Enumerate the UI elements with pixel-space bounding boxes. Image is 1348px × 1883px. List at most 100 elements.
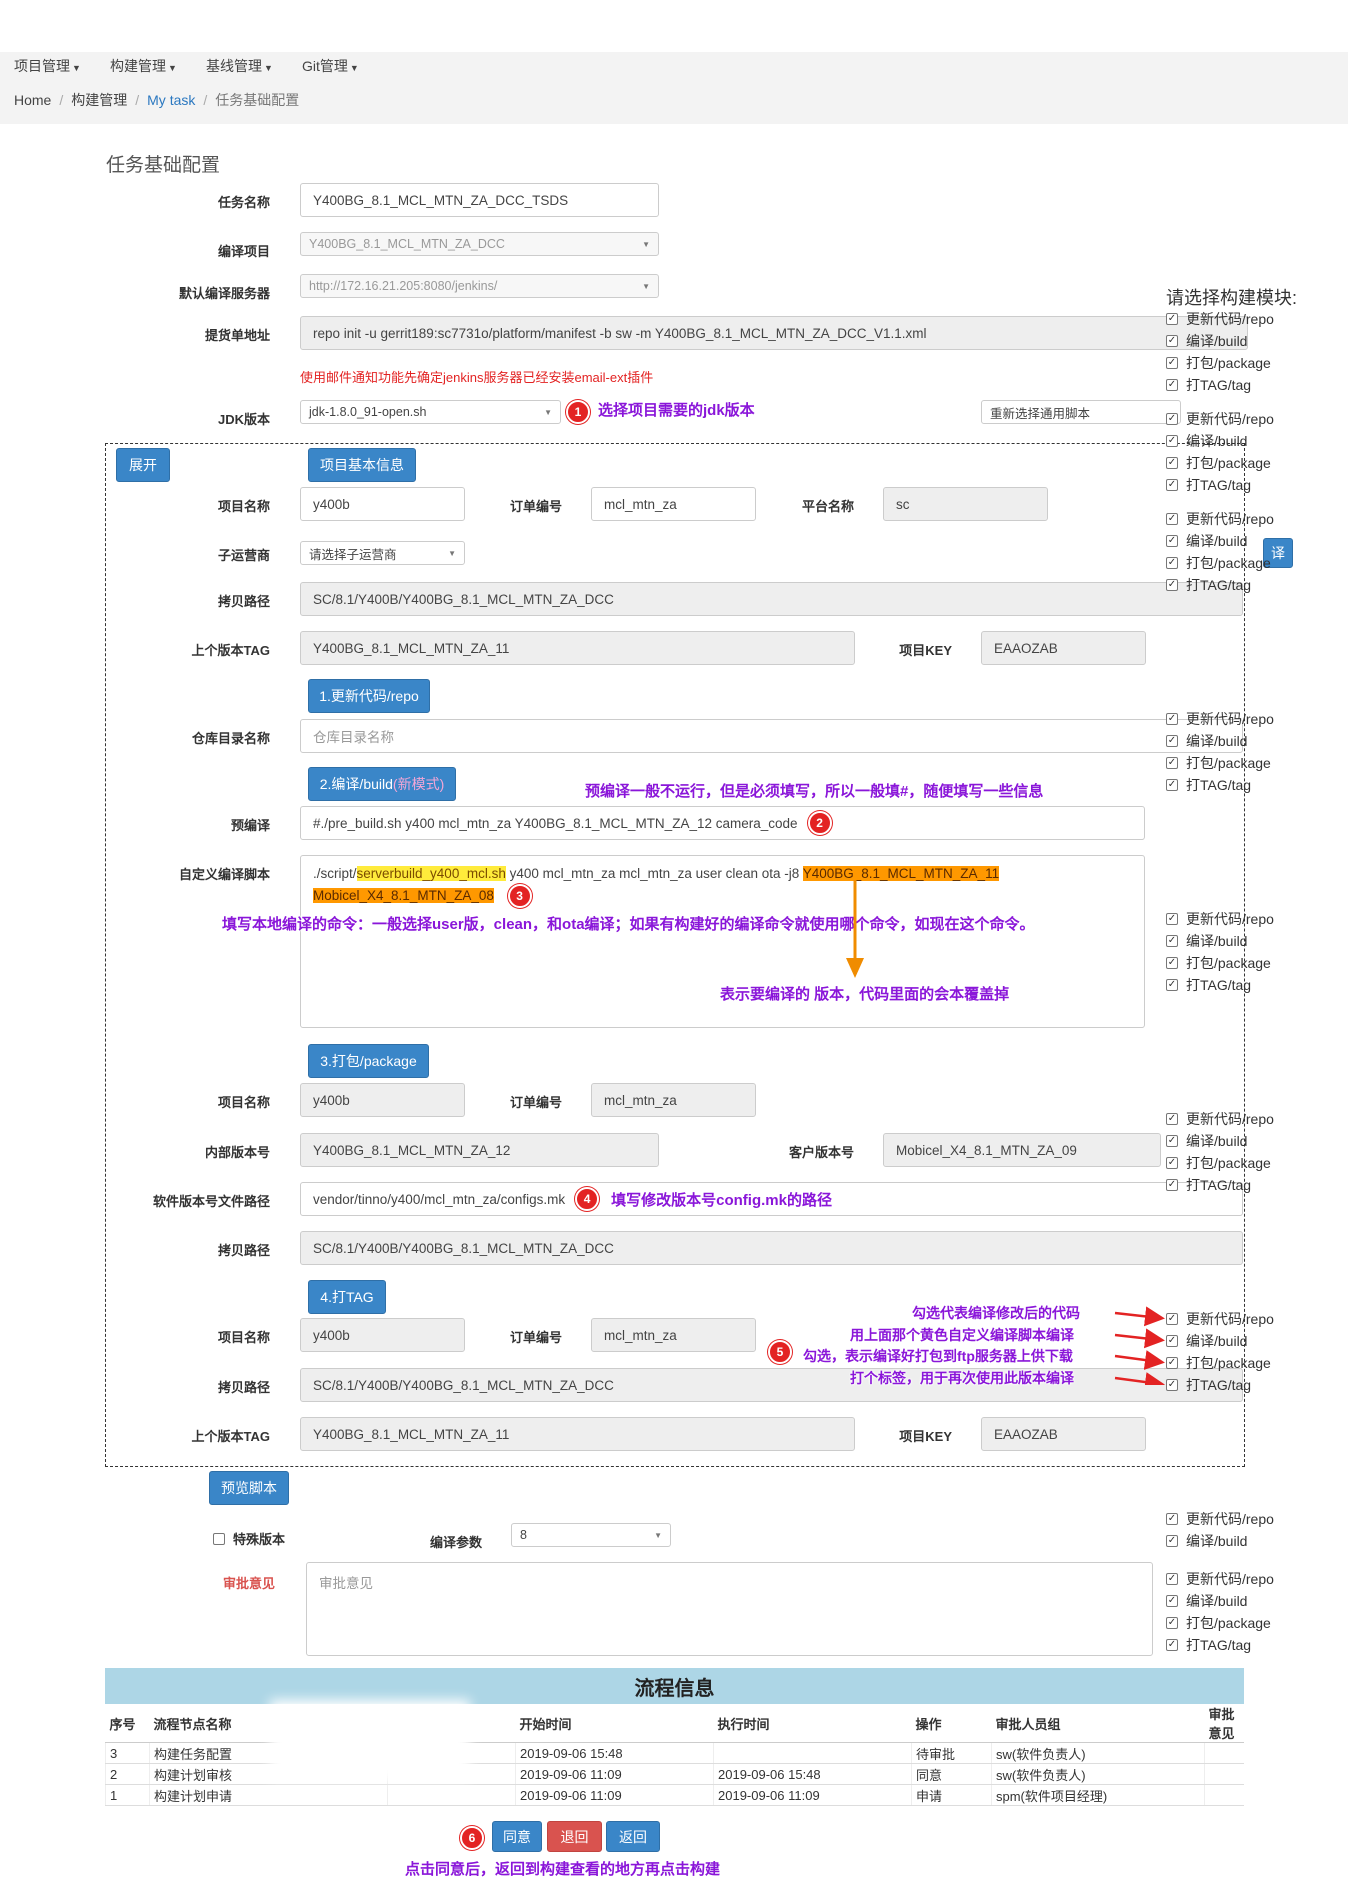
pre-build-input[interactable]: #./pre_build.sh y400 mcl_mtn_za Y400BG_8… (300, 806, 1145, 840)
repo-dir-input[interactable]: 仓库目录名称 (300, 719, 1243, 753)
back-button[interactable]: 返回 (606, 1821, 660, 1852)
preview-script-button[interactable]: 预览脚本 (209, 1471, 289, 1505)
sw-path-input[interactable]: vendor/tinno/y400/mcl_mtn_za/configs.mk 4… (300, 1182, 1243, 1216)
module-checkbox-item[interactable]: ✓ 更新代码/repo (1166, 908, 1321, 930)
module-checkbox-item[interactable]: ✓ 打TAG/tag (1166, 1374, 1321, 1396)
module-checkbox-item[interactable]: ✓ 打TAG/tag (1166, 374, 1321, 396)
checkbox-checked-icon: ✓ (1166, 1113, 1178, 1125)
module-checkbox-item[interactable]: ✓ 打TAG/tag (1166, 1174, 1321, 1196)
breadcrumb-build[interactable]: 构建管理 (71, 92, 127, 108)
module-checkbox-item[interactable]: ✓ 打包/package (1166, 1152, 1321, 1174)
tag-section-button[interactable]: 4.打TAG (308, 1280, 386, 1314)
module-checkbox-item[interactable]: ✓ 打包/package (1166, 552, 1321, 574)
agree-button[interactable]: 同意 (492, 1821, 542, 1852)
breadcrumb-mytask[interactable]: My task (147, 92, 195, 108)
customer-ver-input[interactable]: Mobicel_X4_8.1_MTN_ZA_09 (883, 1133, 1161, 1167)
build-section-button[interactable]: 2.编译/build (新模式) (308, 767, 456, 801)
expand-button[interactable]: 展开 (116, 448, 170, 482)
checkbox-checked-icon: ✓ (1166, 457, 1178, 469)
tag-order-input[interactable]: mcl_mtn_za (591, 1318, 756, 1352)
basic-platform-label: 平台名称 (801, 499, 854, 514)
pkg-copy-path-input[interactable]: SC/8.1/Y400B/Y400BG_8.1_MCL_MTN_ZA_DCC (300, 1231, 1243, 1265)
basic-info-button[interactable]: 项目基本信息 (308, 448, 416, 482)
header-top (0, 0, 1348, 52)
checkbox-checked-icon: ✓ (1166, 1595, 1178, 1607)
basic-copy-path-label: 拷贝路径 (217, 594, 270, 609)
menu-baseline-mgmt[interactable]: 基线管理 ▼ (206, 56, 273, 76)
package-section-button[interactable]: 3.打包/package (308, 1044, 429, 1078)
module-checkbox-item[interactable]: ✓ 更新代码/repo (1166, 408, 1321, 430)
redacted-area (270, 1700, 470, 1780)
repo-section-button[interactable]: 1.更新代码/repo (308, 679, 430, 713)
module-checkbox-item[interactable]: ✓ 编译/build (1166, 1590, 1321, 1612)
module-checkbox-item[interactable]: ✓ 编译/build (1166, 930, 1321, 952)
module-label: 编译/build (1186, 1133, 1248, 1149)
checkbox-checked-icon: ✓ (1166, 713, 1178, 725)
module-checkbox-item[interactable]: ✓ 打TAG/tag (1166, 974, 1321, 996)
module-panel: ✓ 更新代码/repo ✓ 编译/build ✓ 打包/package ✓ 打TAG/tag (1166, 308, 1321, 396)
internal-ver-label: 内部版本号 (204, 1145, 270, 1160)
module-checkbox-item[interactable]: ✓ 打包/package (1166, 1352, 1321, 1374)
module-checkbox-item[interactable]: ✓ 更新代码/repo (1166, 1308, 1321, 1330)
module-checkbox-item[interactable]: ✓ 编译/build (1166, 1330, 1321, 1352)
module-checkbox-item[interactable]: ✓ 编译/build (1166, 1130, 1321, 1152)
module-checkbox-item[interactable]: ✓ 打包/package (1166, 352, 1321, 374)
module-checkbox-item[interactable]: ✓ 打包/package (1166, 452, 1321, 474)
module-checkbox-item[interactable]: ✓ 打包/package (1166, 752, 1321, 774)
jdk-select[interactable]: jdk-1.8.0_91-open.sh ▼ (300, 400, 561, 424)
breadcrumb-home[interactable]: Home (14, 92, 51, 108)
reject-button[interactable]: 退回 (547, 1821, 602, 1852)
tag-key-label: 项目KEY (899, 1429, 952, 1444)
module-label: 打TAG/tag (1186, 1177, 1252, 1193)
menu-build-mgmt[interactable]: 构建管理 ▼ (110, 56, 177, 76)
basic-copy-path-input[interactable]: SC/8.1/Y400B/Y400BG_8.1_MCL_MTN_ZA_DCC (300, 582, 1243, 616)
module-checkbox-item[interactable]: ✓ 更新代码/repo (1166, 708, 1321, 730)
checkbox-checked-icon: ✓ (1166, 1617, 1178, 1629)
manifest-input[interactable]: repo init -u gerrit189:sc7731o/platform/… (300, 316, 1248, 350)
annotation-4: 填写修改版本号config.mk的路径 (611, 1191, 832, 1209)
basic-last-tag-input[interactable]: Y400BG_8.1_MCL_MTN_ZA_11 (300, 631, 855, 665)
module-checkbox-item[interactable]: ✓ 编译/build (1166, 330, 1321, 352)
sub-operator-select[interactable]: 请选择子运营商 ▼ (300, 541, 465, 565)
module-checkbox-item[interactable]: ✓ 编译/build (1166, 430, 1321, 452)
basic-key-input[interactable]: EAAOZAB (981, 631, 1146, 665)
module-checkbox-item[interactable]: ✓ 打TAG/tag (1166, 1634, 1321, 1656)
checkbox-checked-icon: ✓ (1166, 535, 1178, 547)
approval-textarea[interactable]: 审批意见 (306, 1562, 1153, 1656)
module-checkbox-item[interactable]: ✓ 更新代码/repo (1166, 1108, 1321, 1130)
tag-last-tag-input[interactable]: Y400BG_8.1_MCL_MTN_ZA_11 (300, 1417, 855, 1451)
compile-param-select[interactable]: 8 ▼ (511, 1523, 671, 1547)
module-checkbox-item[interactable]: ✓ 打包/package (1166, 952, 1321, 974)
module-checkbox-item[interactable]: ✓ 更新代码/repo (1166, 1568, 1321, 1590)
basic-platform-input[interactable]: sc (883, 487, 1048, 521)
module-label: 编译/build (1186, 533, 1248, 549)
checkbox-checked-icon: ✓ (1166, 413, 1178, 425)
menu-git-mgmt[interactable]: Git管理 ▼ (302, 56, 359, 76)
reselect-script-select[interactable]: 重新选择通用脚本 (981, 400, 1181, 424)
default-server-select[interactable]: http://172.16.21.205:8080/jenkins/▼ (300, 274, 659, 298)
module-checkbox-item[interactable]: ✓ 编译/build (1166, 1530, 1321, 1552)
pkg-order-input[interactable]: mcl_mtn_za (591, 1083, 756, 1117)
module-checkbox-item[interactable]: ✓ 打TAG/tag (1166, 574, 1321, 596)
module-checkbox-item[interactable]: ✓ 打TAG/tag (1166, 774, 1321, 796)
module-checkbox-item[interactable]: ✓ 打包/package (1166, 1612, 1321, 1634)
menu-project-mgmt[interactable]: 项目管理 ▼ (14, 56, 81, 76)
module-label: 编译/build (1186, 733, 1248, 749)
module-checkbox-item[interactable]: ✓ 更新代码/repo (1166, 508, 1321, 530)
internal-ver-input[interactable]: Y400BG_8.1_MCL_MTN_ZA_12 (300, 1133, 659, 1167)
module-checkbox-item[interactable]: ✓ 更新代码/repo (1166, 308, 1321, 330)
checkbox-checked-icon: ✓ (1166, 935, 1178, 947)
special-version-checkbox[interactable]: 特殊版本 (213, 1529, 285, 1548)
tag-key-input[interactable]: EAAOZAB (981, 1417, 1146, 1451)
checkbox-checked-icon: ✓ (1166, 1179, 1178, 1191)
module-checkbox-item[interactable]: ✓ 编译/build (1166, 730, 1321, 752)
compile-project-select[interactable]: Y400BG_8.1_MCL_MTN_ZA_DCC ▼ (300, 232, 659, 256)
module-checkbox-item[interactable]: ✓ 编译/build (1166, 530, 1321, 552)
task-name-input[interactable]: Y400BG_8.1_MCL_MTN_ZA_DCC_TSDS (300, 183, 659, 217)
module-checkbox-item[interactable]: ✓ 更新代码/repo (1166, 1508, 1321, 1530)
module-panel-title: 请选择构建模块: (1166, 288, 1298, 308)
pkg-copy-path-label: 拷贝路径 (217, 1243, 270, 1258)
caret-down-icon: ▼ (642, 281, 650, 291)
checkbox-checked-icon: ✓ (1166, 1313, 1178, 1325)
module-checkbox-item[interactable]: ✓ 打TAG/tag (1166, 474, 1321, 496)
